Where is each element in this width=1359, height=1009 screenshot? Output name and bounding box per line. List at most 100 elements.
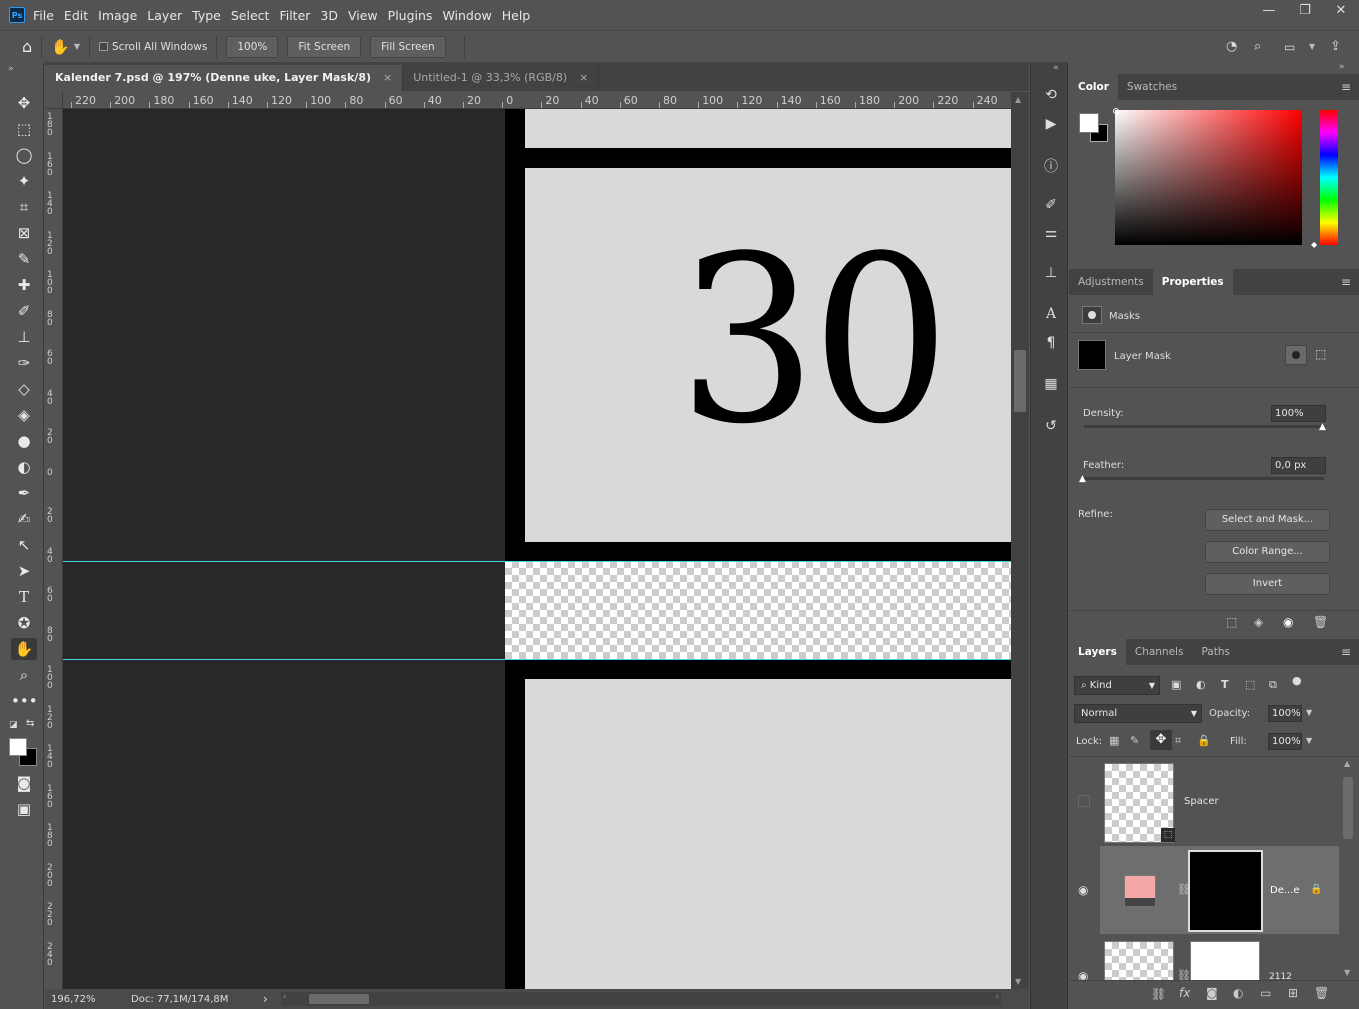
feather-slider[interactable]	[1084, 477, 1324, 480]
marquee-tool-icon[interactable]: ⬚	[11, 118, 37, 140]
mask-link-icon[interactable]: ⛓	[1177, 969, 1191, 980]
move-tool-icon[interactable]: ✥	[11, 92, 37, 114]
menu-window[interactable]: Window	[442, 8, 491, 23]
expand-panels-icon[interactable]: »	[1339, 62, 1345, 72]
canvas-vertical-scrollbar[interactable]: ▲ ▼	[1011, 92, 1029, 989]
scroll-thumb[interactable]	[1343, 777, 1353, 839]
blur-tool-icon[interactable]: ●	[11, 430, 37, 452]
feather-slider-handle[interactable]: ▲	[1079, 474, 1086, 484]
type-tool-icon[interactable]: T	[11, 586, 37, 608]
paragraph-panel-icon[interactable]: ¶	[1041, 335, 1061, 355]
screen-mode-icon[interactable]: ▣	[11, 798, 37, 820]
brush-tool-icon[interactable]: ✐	[11, 300, 37, 322]
hand-tool-preset-icon[interactable]: ✋	[51, 38, 70, 56]
tab-kalender[interactable]: Kalender 7.psd @ 197% (Denne uke, Layer …	[45, 65, 404, 91]
invert-button[interactable]: Invert	[1205, 573, 1330, 595]
select-pixel-mask-icon[interactable]	[1285, 345, 1307, 365]
layer-style-fx-icon[interactable]: fx	[1179, 986, 1190, 1000]
dodge-tool-icon[interactable]: ◐	[11, 456, 37, 478]
visibility-eye-icon[interactable]: ◉	[1078, 969, 1088, 980]
zoom-level[interactable]: 196,72%	[51, 994, 131, 1005]
menu-view[interactable]: View	[348, 8, 378, 23]
filter-pixel-icon[interactable]: ▣	[1171, 678, 1181, 691]
opacity-field[interactable]: 100%	[1268, 705, 1302, 722]
scroll-all-windows-checkbox[interactable]	[99, 42, 108, 51]
link-layers-icon[interactable]: ⛓	[1151, 987, 1166, 1001]
tab-channels[interactable]: Channels	[1126, 639, 1193, 665]
chevron-down-icon[interactable]: ▼	[1309, 42, 1315, 51]
crop-tool-icon[interactable]: ⌗	[11, 196, 37, 218]
glyphs-panel-icon[interactable]: ▦	[1041, 376, 1061, 396]
new-adjustment-layer-icon[interactable]: ◐	[1233, 986, 1243, 1000]
collapse-toolbar-icon[interactable]: »	[8, 64, 14, 74]
hue-slider-handle[interactable]: ◆	[1311, 240, 1317, 249]
menu-select[interactable]: Select	[231, 8, 270, 23]
visibility-eye-icon[interactable]: ◉	[1078, 883, 1088, 897]
tab-color[interactable]: Color	[1069, 74, 1118, 100]
lock-transparent-icon[interactable]: ▦	[1109, 734, 1119, 747]
zoom-tool-icon[interactable]: ⌕	[11, 664, 37, 686]
menu-file[interactable]: File	[33, 8, 54, 23]
layer-row[interactable]: ⬚ Spacer	[1069, 757, 1339, 845]
layer-mask-thumbnail[interactable]	[1190, 941, 1260, 980]
brushes-panel-icon[interactable]: ✐	[1041, 197, 1061, 217]
shape-tool-icon[interactable]: ✪	[11, 612, 37, 634]
status-menu-arrow[interactable]: ›	[263, 992, 281, 1006]
menu-3d[interactable]: 3D	[320, 8, 338, 23]
fill-screen-button[interactable]: Fill Screen	[370, 35, 446, 58]
hand-tool-icon[interactable]: ✋	[11, 638, 37, 660]
guide-line[interactable]	[63, 561, 1011, 562]
menu-type[interactable]: Type	[192, 8, 221, 23]
fit-screen-button[interactable]: Fit Screen	[287, 35, 362, 58]
menu-help[interactable]: Help	[502, 8, 531, 23]
visibility-toggle-off[interactable]	[1078, 795, 1090, 807]
panel-menu-icon[interactable]: ≡	[1341, 269, 1351, 295]
history-panel-icon[interactable]: ⟲	[1041, 87, 1061, 107]
delete-layer-icon[interactable]: 🗑	[1314, 986, 1329, 1000]
hue-slider[interactable]	[1320, 110, 1338, 245]
chevron-down-icon[interactable]: ▼	[1306, 708, 1312, 717]
lasso-tool-icon[interactable]: ◯	[11, 144, 37, 166]
density-slider-handle[interactable]: ▲	[1319, 422, 1326, 432]
brush-settings-icon[interactable]: ⚌	[1041, 225, 1061, 245]
layer-thumbnail[interactable]	[1104, 941, 1174, 980]
filter-smart-object-icon[interactable]: ⧉	[1269, 678, 1277, 692]
scroll-right-icon[interactable]: ›	[995, 992, 999, 1002]
actions-panel-icon[interactable]: ▶	[1041, 116, 1061, 136]
blend-mode-select[interactable]: Normal ▼	[1074, 704, 1202, 723]
color-fg-swatch[interactable]	[1079, 113, 1099, 133]
fill-layer-thumbnail[interactable]	[1124, 875, 1156, 907]
scroll-up-icon[interactable]: ▲	[1344, 759, 1350, 768]
restore-button[interactable]: ❐	[1287, 0, 1323, 24]
swap-colors-icon[interactable]: ⇆	[26, 718, 34, 729]
layers-scrollbar[interactable]: ▲ ▼	[1339, 757, 1359, 979]
pen-tool-icon[interactable]: ✒	[11, 482, 37, 504]
document-canvas[interactable]: 30	[63, 109, 1011, 989]
eraser-tool-icon[interactable]: ◇	[11, 378, 37, 400]
zoom-100-button[interactable]: 100%	[226, 35, 279, 58]
collapse-strip-icon[interactable]: «	[1053, 63, 1059, 73]
layer-name[interactable]: De...e	[1270, 885, 1300, 896]
filter-type-icon[interactable]: T	[1221, 678, 1229, 691]
panel-menu-icon[interactable]: ≡	[1341, 639, 1351, 665]
menu-plugins[interactable]: Plugins	[388, 8, 433, 23]
add-vector-mask-icon[interactable]: ⬚	[1315, 347, 1326, 361]
scroll-up-icon[interactable]: ▲	[1015, 95, 1021, 104]
search-icon[interactable]: ⌕	[1254, 39, 1261, 54]
layer-mask-thumbnail[interactable]	[1078, 340, 1106, 370]
layer-name[interactable]: Spacer	[1184, 796, 1219, 807]
density-slider[interactable]	[1084, 425, 1324, 428]
fill-field[interactable]: 100%	[1268, 733, 1302, 750]
tab-layers[interactable]: Layers	[1069, 639, 1126, 665]
scroll-thumb[interactable]	[309, 994, 369, 1004]
filter-toggle-icon[interactable]: ●	[1292, 674, 1302, 687]
new-group-icon[interactable]: ▭	[1260, 986, 1271, 1000]
filter-adjustment-icon[interactable]: ◐	[1196, 678, 1206, 691]
new-layer-icon[interactable]: ⊞	[1288, 986, 1298, 1000]
foreground-color-swatch[interactable]	[9, 738, 27, 756]
filter-kind-select[interactable]: ⌕ Kind ▼	[1074, 676, 1160, 695]
menu-edit[interactable]: Edit	[64, 8, 88, 23]
menu-filter[interactable]: Filter	[279, 8, 310, 23]
info-panel-icon[interactable]: ⓘ	[1041, 156, 1061, 176]
scroll-thumb[interactable]	[1014, 350, 1026, 412]
